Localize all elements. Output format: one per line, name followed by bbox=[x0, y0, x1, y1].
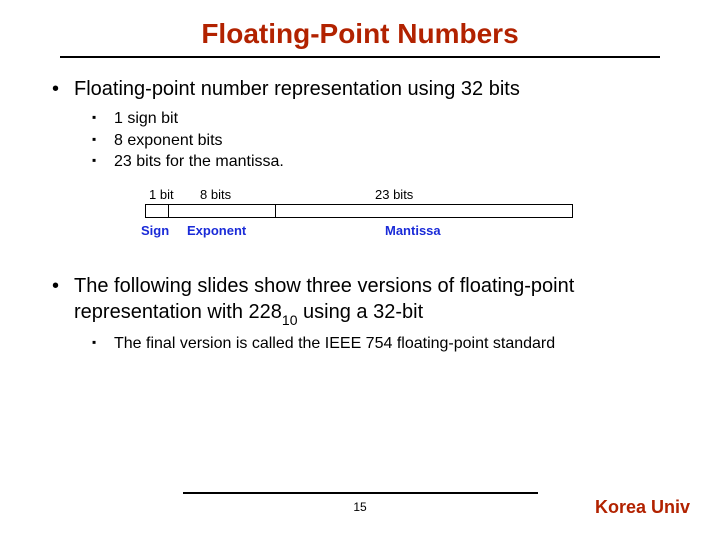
bullet-main-1-text: Floating-point number representation usi… bbox=[74, 78, 520, 100]
diagram-top-label-exp: 8 bits bbox=[200, 187, 231, 202]
sub-bullet-1c: 23 bits for the mantissa. bbox=[92, 151, 670, 173]
title-rule bbox=[60, 56, 660, 58]
content-area: Floating-point number representation usi… bbox=[50, 76, 670, 355]
bullet-list: Floating-point number representation usi… bbox=[50, 76, 670, 173]
diagram-bottom-label-mant: Mantissa bbox=[385, 223, 441, 238]
slide: Floating-Point Numbers Floating-point nu… bbox=[0, 0, 720, 540]
bullet-main-1: Floating-point number representation usi… bbox=[50, 76, 670, 173]
sublist-2: The final version is called the IEEE 754… bbox=[74, 333, 670, 355]
bit-layout-diagram: 1 bit 8 bits 23 bits Sign Exponent Manti… bbox=[145, 187, 575, 243]
diagram-bottom-label-sign: Sign bbox=[141, 223, 169, 238]
sub-bullet-1b: 8 exponent bits bbox=[92, 130, 670, 152]
diagram-top-label-mant: 23 bits bbox=[375, 187, 413, 202]
diagram-top-label-sign: 1 bit bbox=[149, 187, 174, 202]
bullet-main-2: The following slides show three versions… bbox=[50, 273, 670, 355]
footer-rule bbox=[183, 492, 538, 494]
diagram-bottom-label-exp: Exponent bbox=[187, 223, 246, 238]
diagram-box-exp bbox=[168, 204, 276, 218]
bullet-list-2: The following slides show three versions… bbox=[50, 273, 670, 355]
diagram-box-sign bbox=[145, 204, 169, 218]
sub-bullet-1a: 1 sign bit bbox=[92, 108, 670, 130]
organization-label: Korea Univ bbox=[595, 497, 690, 518]
sub-bullet-2a: The final version is called the IEEE 754… bbox=[92, 333, 670, 355]
sublist-1: 1 sign bit 8 exponent bits 23 bits for t… bbox=[74, 108, 670, 173]
bullet-main-2-subscript: 10 bbox=[282, 312, 298, 328]
slide-title: Floating-Point Numbers bbox=[0, 0, 720, 56]
diagram-box-mant bbox=[275, 204, 573, 218]
bullet-main-2-text-b: using a 32-bit bbox=[298, 301, 424, 323]
